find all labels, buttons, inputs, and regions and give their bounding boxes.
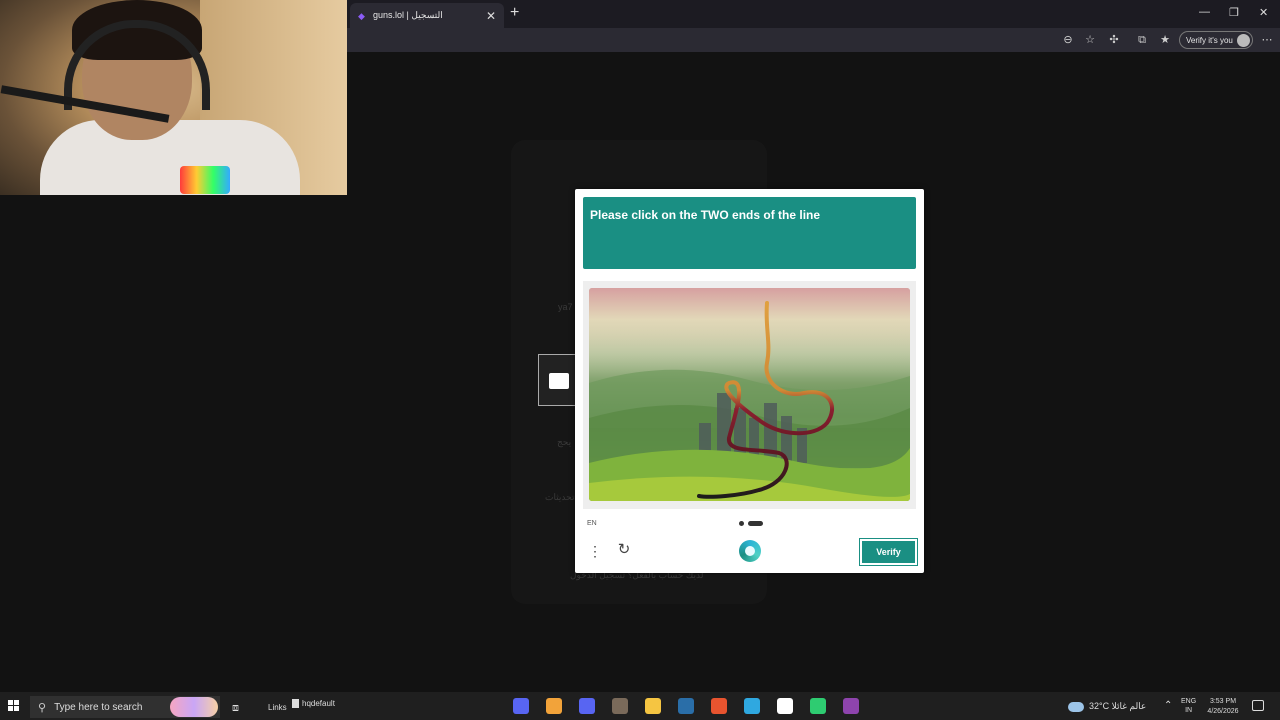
app-purple-icon[interactable] xyxy=(843,698,859,714)
discord-alt-icon[interactable] xyxy=(579,698,595,714)
search-highlight-image xyxy=(170,697,218,717)
captcha-dialog: Please click on the TWO ends of the line xyxy=(575,189,924,573)
close-window-button[interactable]: ✕ xyxy=(1259,6,1268,19)
verify-button[interactable]: Verify xyxy=(859,538,918,566)
clock-date: 4/26/2026 xyxy=(1207,708,1239,715)
maximize-button[interactable]: ❐ xyxy=(1229,6,1239,19)
input-language-indicator[interactable]: ENG IN xyxy=(1181,697,1196,715)
tab-close-icon[interactable]: ✕ xyxy=(486,10,496,22)
zoom-out-icon[interactable]: ⊖ xyxy=(1061,33,1075,47)
browser-tab[interactable]: ◆ guns.lol | التسجيل ✕ xyxy=(350,3,504,28)
media-upload-button[interactable] xyxy=(538,354,578,406)
app-orange-icon[interactable] xyxy=(546,698,562,714)
weather-text: 32°C عالم غائلا xyxy=(1089,701,1147,711)
app-red-icon[interactable] xyxy=(711,698,727,714)
task-view-icon[interactable]: ⧈ xyxy=(232,702,239,715)
guns-lol-favicon-icon: ◆ xyxy=(358,10,365,21)
cloud-icon xyxy=(1068,701,1084,712)
taskbar-clock[interactable]: 3:53 PM 4/26/2026 xyxy=(1202,697,1244,717)
captcha-prompt-banner: Please click on the TWO ends of the line xyxy=(583,197,916,269)
language-selector[interactable]: EN xyxy=(587,520,597,527)
rgb-light xyxy=(180,166,230,194)
taskbar-search-input[interactable] xyxy=(54,701,165,713)
challenge-image[interactable] xyxy=(589,288,910,501)
chevron-up-icon[interactable]: ⌃ xyxy=(1164,700,1172,711)
search-icon: ⚲ xyxy=(38,701,47,714)
profile-verify-label: Verify it's you xyxy=(1186,35,1233,45)
profile-verify-pill[interactable]: Verify it's you xyxy=(1179,31,1253,49)
camera-icon xyxy=(549,373,569,389)
game-icon[interactable] xyxy=(612,698,628,714)
capcut-icon[interactable] xyxy=(777,698,793,714)
steam-icon[interactable] xyxy=(678,698,694,714)
webcam-overlay xyxy=(0,0,347,195)
username-preview: ya7 xyxy=(558,302,573,312)
extensions-icon[interactable]: ✣ xyxy=(1107,33,1121,47)
new-tab-button[interactable]: + xyxy=(510,5,519,21)
links-toolbar[interactable]: Links xyxy=(268,703,287,712)
document-icon xyxy=(292,699,299,708)
notification-icon[interactable] xyxy=(1252,700,1264,711)
clock-time: 3:53 PM xyxy=(1209,698,1237,705)
email-hint: يحج xyxy=(557,437,572,447)
tab-title: guns.lol | التسجيل xyxy=(373,10,443,20)
file-explorer-icon[interactable] xyxy=(645,698,661,714)
avatar xyxy=(1236,33,1250,47)
updates-label: تحديثات xyxy=(545,492,575,502)
weather-widget[interactable]: 32°C عالم غائلا xyxy=(1068,701,1146,712)
pinned-file-label: hqdefault xyxy=(302,699,335,708)
captcha-logo-icon xyxy=(739,540,761,562)
minimize-button[interactable]: — xyxy=(1199,6,1210,18)
edge-icon[interactable] xyxy=(744,698,760,714)
challenge-progress xyxy=(739,521,763,526)
refresh-challenge-icon[interactable]: ↻ xyxy=(615,541,633,559)
challenge-frame xyxy=(583,281,916,509)
captcha-prompt-text: Please click on the TWO ends of the line xyxy=(590,208,821,222)
favorite-star-icon[interactable]: ☆ xyxy=(1083,33,1097,47)
discord-icon[interactable] xyxy=(513,698,529,714)
captcha-menu-button[interactable]: ⋮ xyxy=(588,542,602,560)
progress-dot-active xyxy=(748,521,763,526)
app-green-icon[interactable] xyxy=(810,698,826,714)
favorites-list-icon[interactable]: ★ xyxy=(1158,33,1172,47)
pinned-file[interactable]: hqdefault xyxy=(292,699,335,708)
progress-dot xyxy=(739,521,744,526)
windows-start-icon[interactable] xyxy=(8,700,20,712)
split-screen-icon[interactable]: ⧉ xyxy=(1135,33,1149,47)
more-options-icon[interactable]: ⋯ xyxy=(1260,33,1274,47)
